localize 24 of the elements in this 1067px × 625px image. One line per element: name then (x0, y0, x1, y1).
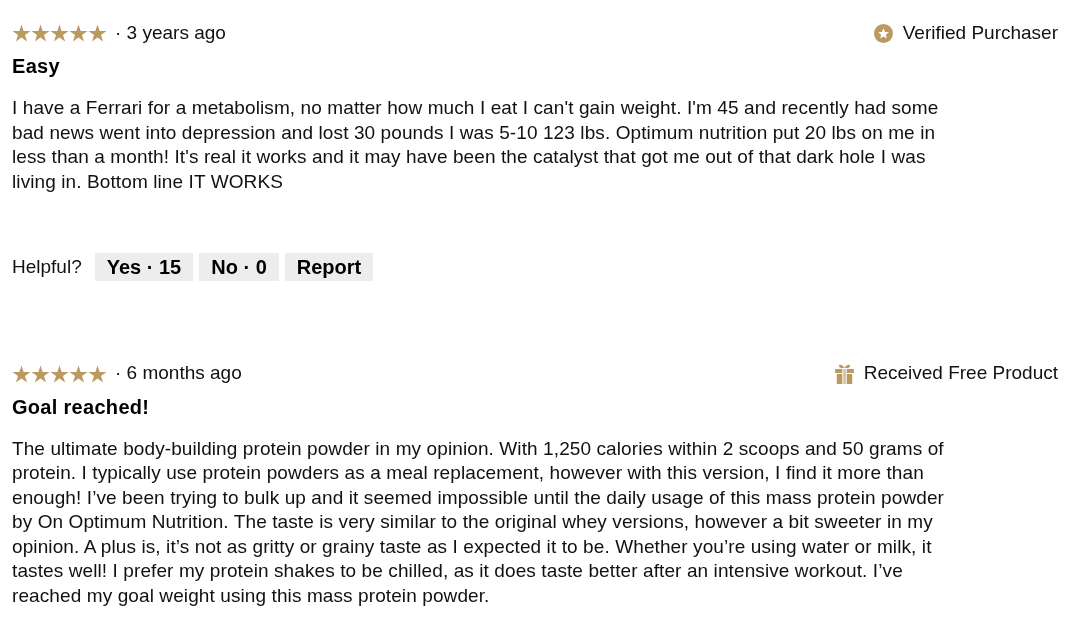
helpful-label: Helpful? (12, 255, 82, 279)
badge-label: Verified Purchaser (902, 20, 1058, 45)
review-text: I have a Ferrari for a metabolism, no matter how much I eat I can't gain weight. I'm 45 and recently had some bad news went into depression and lost 30 pounds I was 5-10 123 lbs. Optimum nutrition put 20 lbs on me in less than a month! It's real it works and it may have been the catalyst that got me out of that dark hole I was living in. Bottom line IT WORKS (12, 96, 940, 194)
star-icon (12, 364, 31, 383)
review-text: The ultimate body-building protein powder in my opinion. With 1,250 calories within 2 scoops and 50 grams of protein. I typically use protein powders as a meal replacement, however with this version, I find it more than enough! I’ve been trying to bulk up and it seemed impossible until the daily usage of this mass protein powder by On Optimum Nutrition. The taste is very similar to the original whey versions, however a bit sweeter in my opinion. A plus is, it’s not as gritty or grainy taste as I expected it to be. Whether you’re using water or milk, it tastes well! I prefer my protein shakes to be chilled, as it does taste better after an intensive workout. I’ve reached my goal weight using this mass protein powder. (12, 436, 945, 608)
gift-icon (834, 363, 854, 384)
star-icon (31, 24, 50, 42)
review-title: Easy (12, 54, 61, 79)
helpful-button[interactable]: No · 0 (199, 253, 279, 282)
star-circle-icon (873, 23, 893, 43)
badge-label: Received Free Product (863, 361, 1058, 386)
star-icon (69, 24, 88, 42)
review-date: · 3 years ago (115, 20, 226, 45)
review-title: Goal reached! (12, 394, 151, 420)
star-icon (88, 364, 107, 383)
star-icon (12, 24, 31, 42)
star-icon (69, 364, 88, 383)
star-icon (88, 24, 107, 42)
helpful-button[interactable]: Yes · 15 (94, 253, 194, 282)
star-icon (31, 364, 50, 383)
helpful-button[interactable]: Report (284, 253, 374, 282)
star-icon (50, 364, 69, 383)
star-icon (50, 24, 69, 42)
review-date: · 6 months ago (115, 361, 242, 386)
